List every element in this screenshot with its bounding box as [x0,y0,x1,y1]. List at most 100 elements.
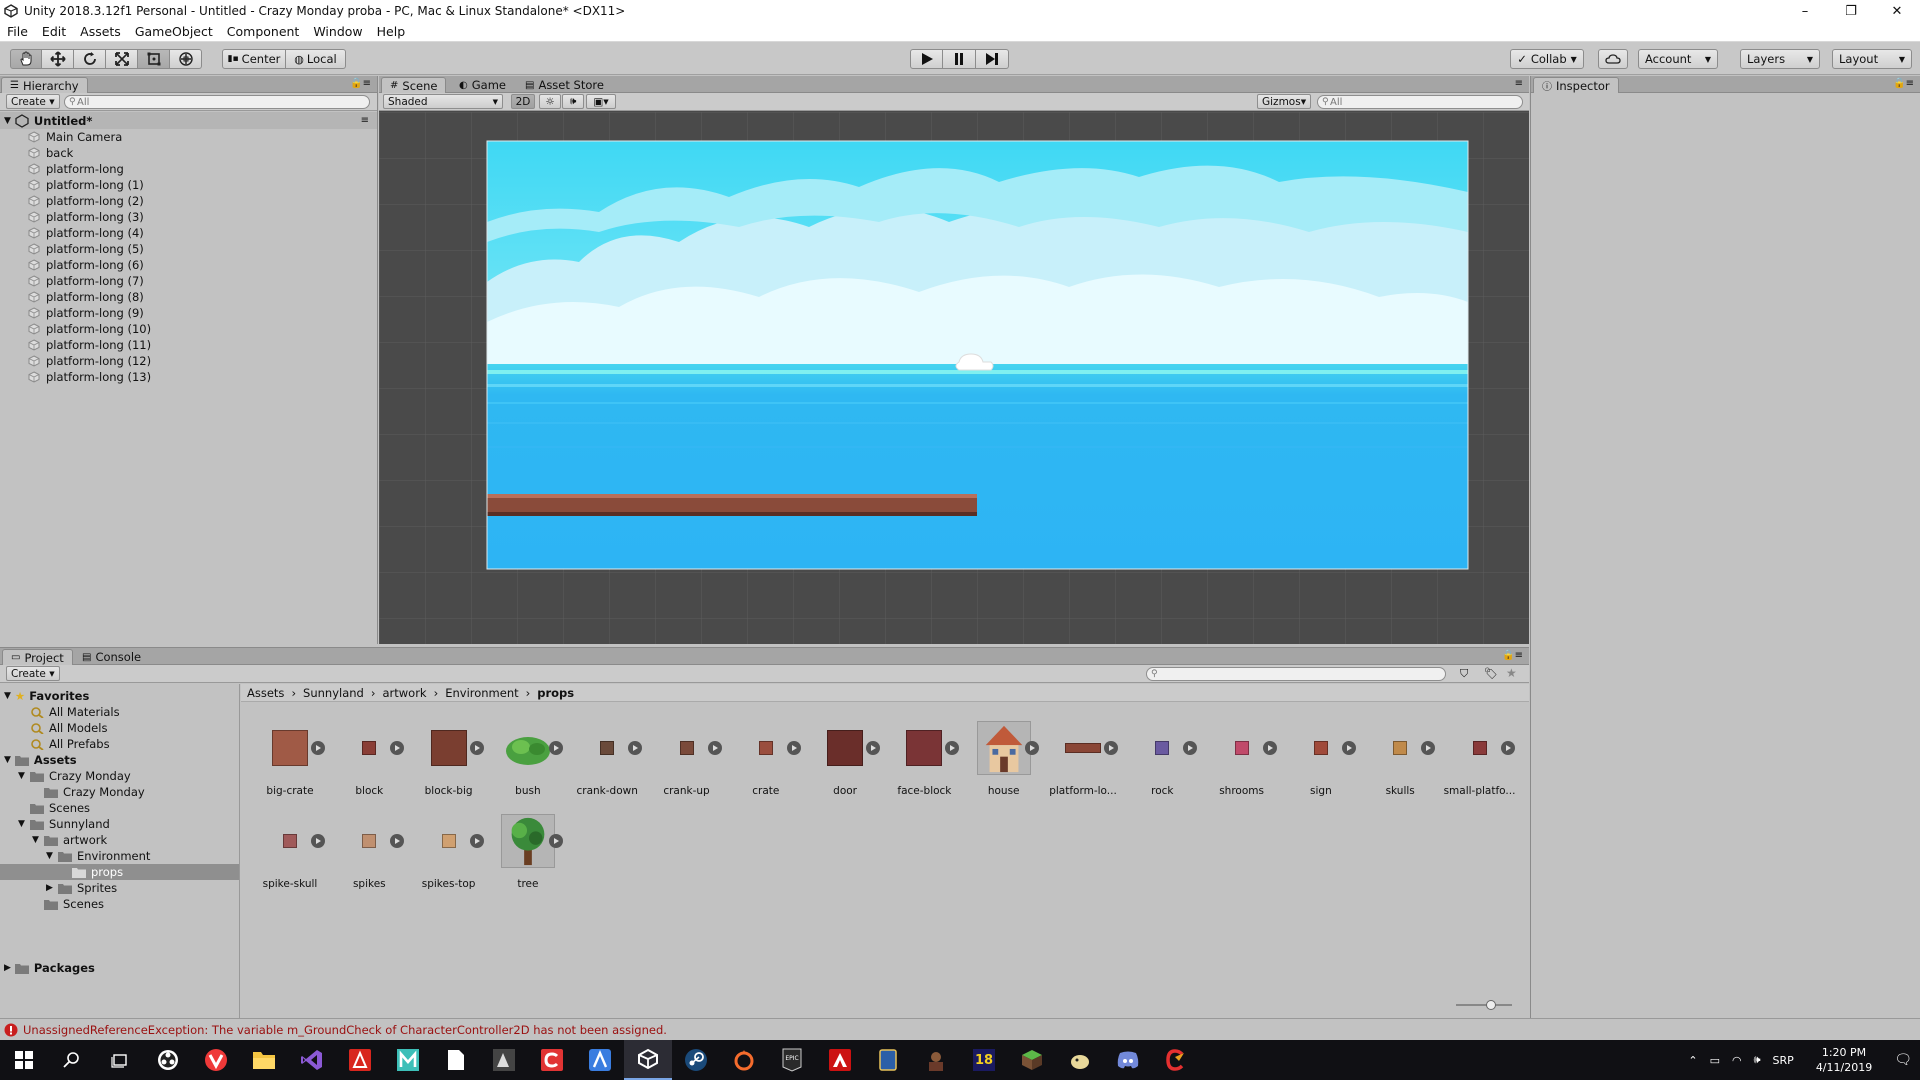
menu-assets[interactable]: Assets [73,24,128,39]
audio-toggle[interactable]: 🕪 [562,94,584,109]
tab-inspector[interactable]: ⓘ Inspector [1533,77,1619,93]
expand-sprite-button[interactable] [469,741,484,755]
wifi-icon[interactable]: ◠ [1732,1054,1742,1067]
taskbar-app-hearthstone[interactable] [864,1040,912,1080]
scene-viewport[interactable] [379,112,1529,644]
asset-item[interactable]: block-big [412,721,486,811]
expand-sprite-button[interactable] [1500,741,1515,755]
rect-tool-button[interactable] [138,49,170,69]
hierarchy-item[interactable]: platform-long (1) [28,177,144,193]
lighting-toggle[interactable]: ☼ [539,94,561,109]
panel-menu-icon[interactable]: 🔒≡ [1893,78,1914,89]
volume-icon[interactable]: 🕪 [1754,1053,1761,1067]
panel-menu-icon[interactable]: ≡ [1515,78,1523,89]
hierarchy-item[interactable]: platform-long (5) [28,241,144,257]
expand-sprite-button[interactable] [1341,741,1356,755]
asset-item[interactable]: crank-up [650,721,724,811]
scene-search-input[interactable]: ⚲ All [1317,95,1523,109]
menu-help[interactable]: Help [370,24,413,39]
favorite-item[interactable]: All Prefabs [30,736,110,752]
pivot-local-button[interactable]: ◍ Local [286,49,346,69]
breadcrumb-item[interactable]: Environment [445,686,518,700]
gizmos-dropdown[interactable]: Gizmos ▼ [1257,94,1311,109]
project-tree-item[interactable]: ▼ artwork [32,832,107,848]
clock[interactable]: 1:20 PM 4/11/2019 [1816,1045,1872,1075]
asset-item[interactable]: crate [729,721,803,811]
project-tree-item[interactable]: ▼ Crazy Monday [18,768,131,784]
hierarchy-item[interactable]: back [28,145,73,161]
project-create-dropdown[interactable]: Create ▼ [6,666,60,681]
asset-item[interactable]: tree [491,814,565,904]
taskbar-app-notepad[interactable] [432,1040,480,1080]
taskbar-app-acrobat[interactable] [336,1040,384,1080]
layout-dropdown[interactable]: Layout ▼ [1832,49,1912,69]
scene-root-row[interactable]: ▼ Untitled* ≡ [0,112,377,129]
expand-sprite-button[interactable] [945,741,960,755]
expand-sprite-button[interactable] [390,741,405,755]
filter-label-icon[interactable]: 🏷 [1484,667,1498,680]
taskbar-app-a[interactable] [576,1040,624,1080]
project-search-input[interactable]: ⚲ [1146,667,1446,681]
rotate-tool-button[interactable] [74,49,106,69]
hierarchy-item[interactable]: platform-long (2) [28,193,144,209]
panel-menu-icon[interactable]: 🔒≡ [350,78,371,89]
step-button[interactable] [976,49,1009,69]
hierarchy-item[interactable]: platform-long (13) [28,369,151,385]
taskbar-app-minecraft[interactable] [1008,1040,1056,1080]
taskbar-app-character[interactable] [912,1040,960,1080]
asset-item[interactable]: bush [491,721,565,811]
asset-item[interactable]: spikes-top [412,814,486,904]
toggle-2d-button[interactable]: 2D [511,94,535,109]
expand-sprite-button[interactable] [628,741,643,755]
menu-edit[interactable]: Edit [35,24,73,39]
expand-sprite-button[interactable] [390,834,405,848]
taskbar-app-ccleaner[interactable] [1152,1040,1200,1080]
expand-sprite-button[interactable] [1104,741,1118,755]
asset-item[interactable]: block [332,721,406,811]
hierarchy-create-dropdown[interactable]: Create ▼ [6,94,60,109]
project-tree-item[interactable]: Crazy Monday [32,784,145,800]
favorite-star-icon[interactable]: ★ [1506,666,1517,680]
task-view-button[interactable] [96,1040,144,1080]
expand-sprite-button[interactable] [311,834,325,848]
favorites-header[interactable]: ▼ ★ Favorites [4,688,89,704]
hierarchy-item[interactable]: platform-long (8) [28,289,144,305]
hierarchy-item[interactable]: platform-long (12) [28,353,151,369]
taskbar-app-discord[interactable] [1104,1040,1152,1080]
taskbar-app-origin[interactable] [720,1040,768,1080]
start-button[interactable] [0,1040,48,1080]
panel-menu-icon[interactable]: 🔒≡ [1502,650,1523,661]
layers-dropdown[interactable]: Layers ▼ [1740,49,1820,69]
minimize-button[interactable]: – [1782,0,1828,22]
asset-item[interactable]: big-crate [253,721,327,811]
expand-sprite-button[interactable] [1183,741,1198,755]
expand-sprite-button[interactable] [548,741,563,755]
pivot-center-button[interactable]: ▮▪ Center [222,49,286,69]
tab-asset-store[interactable]: ▤ Asset Store [517,77,612,93]
menu-gameobject[interactable]: GameObject [128,24,220,39]
project-tree-item[interactable]: props [60,864,123,880]
tab-console[interactable]: ▤ Console [74,649,149,665]
thumbnail-size-slider[interactable] [1456,1000,1512,1010]
hand-tool-button[interactable] [10,49,42,69]
collab-dropdown[interactable]: ✓ Collab ▼ [1510,49,1584,69]
taskbar-app-obs[interactable] [144,1040,192,1080]
hierarchy-item[interactable]: platform-long (6) [28,257,144,273]
transform-tool-button[interactable] [170,49,202,69]
hierarchy-item[interactable]: platform-long [28,161,124,177]
breadcrumb-item[interactable]: Sunnyland [303,686,364,700]
hierarchy-search-input[interactable]: ⚲ All [64,95,370,109]
asset-item[interactable]: shrooms [1205,721,1279,811]
expand-sprite-button[interactable] [548,834,563,848]
hierarchy-item[interactable]: platform-long (11) [28,337,151,353]
restore-button[interactable]: ❐ [1828,0,1874,22]
breadcrumb-item[interactable]: artwork [382,686,426,700]
asset-item[interactable]: spikes [332,814,406,904]
expand-sprite-button[interactable] [469,834,484,848]
taskbar-app-vivaldi[interactable] [192,1040,240,1080]
expand-sprite-button[interactable] [1024,741,1039,755]
taskbar-app-epic[interactable]: EPIC [768,1040,816,1080]
asset-item[interactable]: face-block [887,721,961,811]
close-button[interactable]: ✕ [1874,0,1920,22]
asset-item[interactable]: house [967,721,1041,811]
